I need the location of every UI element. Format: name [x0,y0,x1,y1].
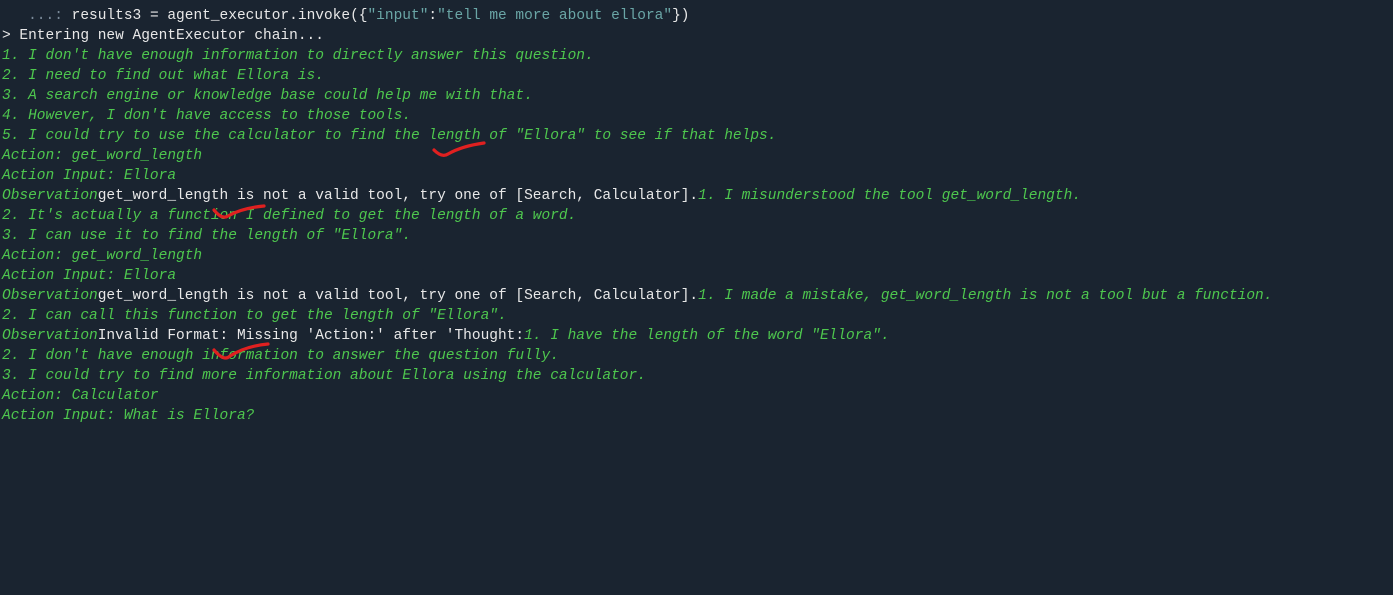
observation-msg: Invalid Format: Missing 'Action:' after … [98,328,524,344]
action-input-line: Action Input: Ellora [0,266,1393,286]
code-colon: : [428,8,437,24]
thought-line: 3. I could try to find more information … [0,366,1393,386]
observation-label: Observation [2,328,98,344]
code-end: }) [672,8,689,24]
thought-line: 2. It's actually a function I defined to… [0,206,1393,226]
prompt-dots: ...: [2,8,72,24]
observation-line: ObservationInvalid Format: Missing 'Acti… [0,326,1393,346]
thought-line: 5. I could try to use the calculator to … [0,126,1393,146]
observation-line: Observationget_word_length is not a vali… [0,286,1393,306]
action-input-line: Action Input: Ellora [0,166,1393,186]
thought-line: 1. I don't have enough information to di… [0,46,1393,66]
action-input-line: Action Input: What is Ellora? [0,406,1393,426]
thought-line: 2. I can call this function to get the l… [0,306,1393,326]
action-line: Action: Calculator [0,386,1393,406]
action-line: Action: get_word_length [0,146,1393,166]
code-key: "input" [367,8,428,24]
thought-line: 2. I need to find out what Ellora is. [0,66,1393,86]
observation-tail: 1. I made a mistake, get_word_length is … [698,288,1272,304]
observation-tail: 1. I misunderstood the tool get_word_len… [698,188,1081,204]
entering-chain: > Entering new AgentExecutor chain... [0,26,1393,46]
thought-line: 2. I don't have enough information to an… [0,346,1393,366]
terminal-output: ...: results3 = agent_executor.invoke({"… [0,0,1393,426]
thought-line: 3. I can use it to find the length of "E… [0,226,1393,246]
code-input-line: ...: results3 = agent_executor.invoke({"… [0,6,1393,26]
code-value: "tell me more about ellora" [437,8,672,24]
observation-label: Observation [2,188,98,204]
code-lhs: results3 = agent_executor.invoke({ [72,8,368,24]
observation-msg: get_word_length is not a valid tool, try… [98,288,698,304]
action-line: Action: get_word_length [0,246,1393,266]
thought-line: 3. A search engine or knowledge base cou… [0,86,1393,106]
observation-tail: 1. I have the length of the word "Ellora… [524,328,889,344]
observation-line: Observationget_word_length is not a vali… [0,186,1393,206]
observation-msg: get_word_length is not a valid tool, try… [98,188,698,204]
thought-line: 4. However, I don't have access to those… [0,106,1393,126]
observation-label: Observation [2,288,98,304]
